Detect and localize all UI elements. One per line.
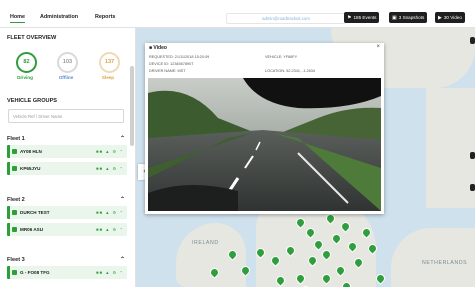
video-frame[interactable] xyxy=(148,78,381,211)
user-email[interactable]: admin@roadtrackuk.com xyxy=(226,13,346,24)
map-label-ireland: IRELAND xyxy=(192,240,219,246)
sidebar-scrollbar[interactable] xyxy=(130,66,134,146)
vehicle-name: DURCH TEST xyxy=(20,210,50,215)
events-button[interactable]: ⚑ 185 Events xyxy=(344,12,380,23)
camera-icon: ▣ xyxy=(392,15,397,21)
vehicle-row[interactable]: KP65JYU ■■ ▲ ⚙ ⌃ xyxy=(7,162,127,175)
vehicle-groups-title: VEHICLE GROUPS xyxy=(7,98,58,104)
close-icon[interactable]: × xyxy=(376,44,380,50)
video-icon: ▶ xyxy=(438,15,442,21)
vehicle-row[interactable]: MR06 ASU ■■ ▲ ⚙ ⌃ xyxy=(7,223,127,236)
vehicle-status-icon xyxy=(12,149,17,154)
vehicle-name: MR06 ASU xyxy=(20,227,44,232)
fleet-group: Fleet 3 ⌃ G - FO08 TFG ■■ ▲ ⚙ ⌃ xyxy=(7,254,127,283)
vehicle-text: VEHICLE: YF66FY xyxy=(265,55,298,59)
dashboard xyxy=(148,184,238,211)
fleet-name: Fleet 3 xyxy=(7,257,25,263)
top-bar: Home Administration Reports admin@roadtr… xyxy=(0,0,475,28)
video-popup-title: ■ Video xyxy=(149,45,167,51)
vehicle-actions-icon[interactable]: ■■ ▲ ⚙ ⌃ xyxy=(96,162,124,175)
snapshots-label: 3 Snapshots xyxy=(398,15,425,20)
location-text: LOCATION: 52.2341, -1.2634 xyxy=(265,69,315,73)
driver-name-text: DRIVER NAME: MST xyxy=(149,69,186,73)
sleep-label: Sleep xyxy=(101,75,115,80)
fleet-header[interactable]: Fleet 2 ⌃ xyxy=(7,194,127,206)
fleet-header[interactable]: Fleet 3 ⌃ xyxy=(7,254,127,266)
video-popup: ■ Video × REQUESTED: 21/11/2018 15:20:09… xyxy=(145,43,384,214)
vehicle-row[interactable]: AY08 HLN ■■ ▲ ⚙ ⌃ xyxy=(7,145,127,158)
nav-administration[interactable]: Administration xyxy=(40,14,78,20)
vehicle-search-input[interactable]: Vehicle Ref / Driver Name xyxy=(8,109,124,123)
vehicle-name: G - FO08 TFG xyxy=(20,270,50,275)
events-label: 185 Events xyxy=(353,15,377,20)
vehicle-actions-icon[interactable]: ■■ ▲ ⚙ ⌃ xyxy=(96,266,124,279)
map-control[interactable] xyxy=(470,37,475,44)
vehicle-name: AY08 HLN xyxy=(20,149,42,154)
videos-button[interactable]: ▶ 30 Video xyxy=(435,12,465,23)
offline-count[interactable]: 103 xyxy=(57,52,78,73)
map-land xyxy=(426,88,475,208)
chevron-up-icon[interactable]: ⌃ xyxy=(120,133,125,145)
device-id-text: DEVICE ID: 1234567890T xyxy=(149,62,194,66)
vehicle-pin[interactable] xyxy=(374,272,387,285)
sleep-count[interactable]: 137 xyxy=(99,52,120,73)
dashcam-scene xyxy=(148,78,381,211)
vehicle-actions-icon[interactable]: ■■ ▲ ⚙ ⌃ xyxy=(96,223,124,236)
fleet-overview-title: FLEET OVERVIEW xyxy=(7,35,57,41)
fleet-group: Fleet 2 ⌃ DURCH TEST ■■ ▲ ⚙ ⌃ MR06 ASU ■… xyxy=(7,194,127,240)
vehicle-status-icon xyxy=(12,166,17,171)
map-control[interactable] xyxy=(470,152,475,159)
fleet-name: Fleet 1 xyxy=(7,136,25,142)
vehicle-status-icon xyxy=(12,270,17,275)
chevron-up-icon[interactable]: ⌃ xyxy=(120,194,125,206)
driving-count[interactable]: 82 xyxy=(16,52,37,73)
vehicle-status-icon xyxy=(12,210,17,215)
offline-label: Offline xyxy=(58,75,74,80)
map-land xyxy=(391,228,475,287)
map-label-netherlands: NETHERLANDS xyxy=(422,260,468,266)
requested-text: REQUESTED: 21/11/2018 15:20:09 xyxy=(149,55,210,59)
map-control[interactable] xyxy=(470,184,475,191)
snapshots-button[interactable]: ▣ 3 Snapshots xyxy=(389,12,428,23)
videos-label: 30 Video xyxy=(443,15,462,20)
nav-reports[interactable]: Reports xyxy=(95,14,115,20)
vehicle-actions-icon[interactable]: ■■ ▲ ⚙ ⌃ xyxy=(96,206,124,219)
nav-home[interactable]: Home xyxy=(10,14,25,23)
video-title-text: Video xyxy=(153,45,167,51)
fleet-name: Fleet 2 xyxy=(7,197,25,203)
chevron-up-icon[interactable]: ⌃ xyxy=(120,254,125,266)
fleet-header[interactable]: Fleet 1 ⌃ xyxy=(7,133,127,145)
vehicle-status-icon xyxy=(12,227,17,232)
driving-label: Driving xyxy=(17,75,33,80)
fleet-group: Fleet 1 ⌃ AY08 HLN ■■ ▲ ⚙ ⌃ KP65JYU ■■ ▲… xyxy=(7,133,127,179)
vehicle-actions-icon[interactable]: ■■ ▲ ⚙ ⌃ xyxy=(96,145,124,158)
bell-icon: ⚑ xyxy=(347,15,352,21)
vehicle-row[interactable]: G - FO08 TFG ■■ ▲ ⚙ ⌃ xyxy=(7,266,127,279)
vehicle-name: KP65JYU xyxy=(20,166,41,171)
vehicle-row[interactable]: DURCH TEST ■■ ▲ ⚙ ⌃ xyxy=(7,206,127,219)
